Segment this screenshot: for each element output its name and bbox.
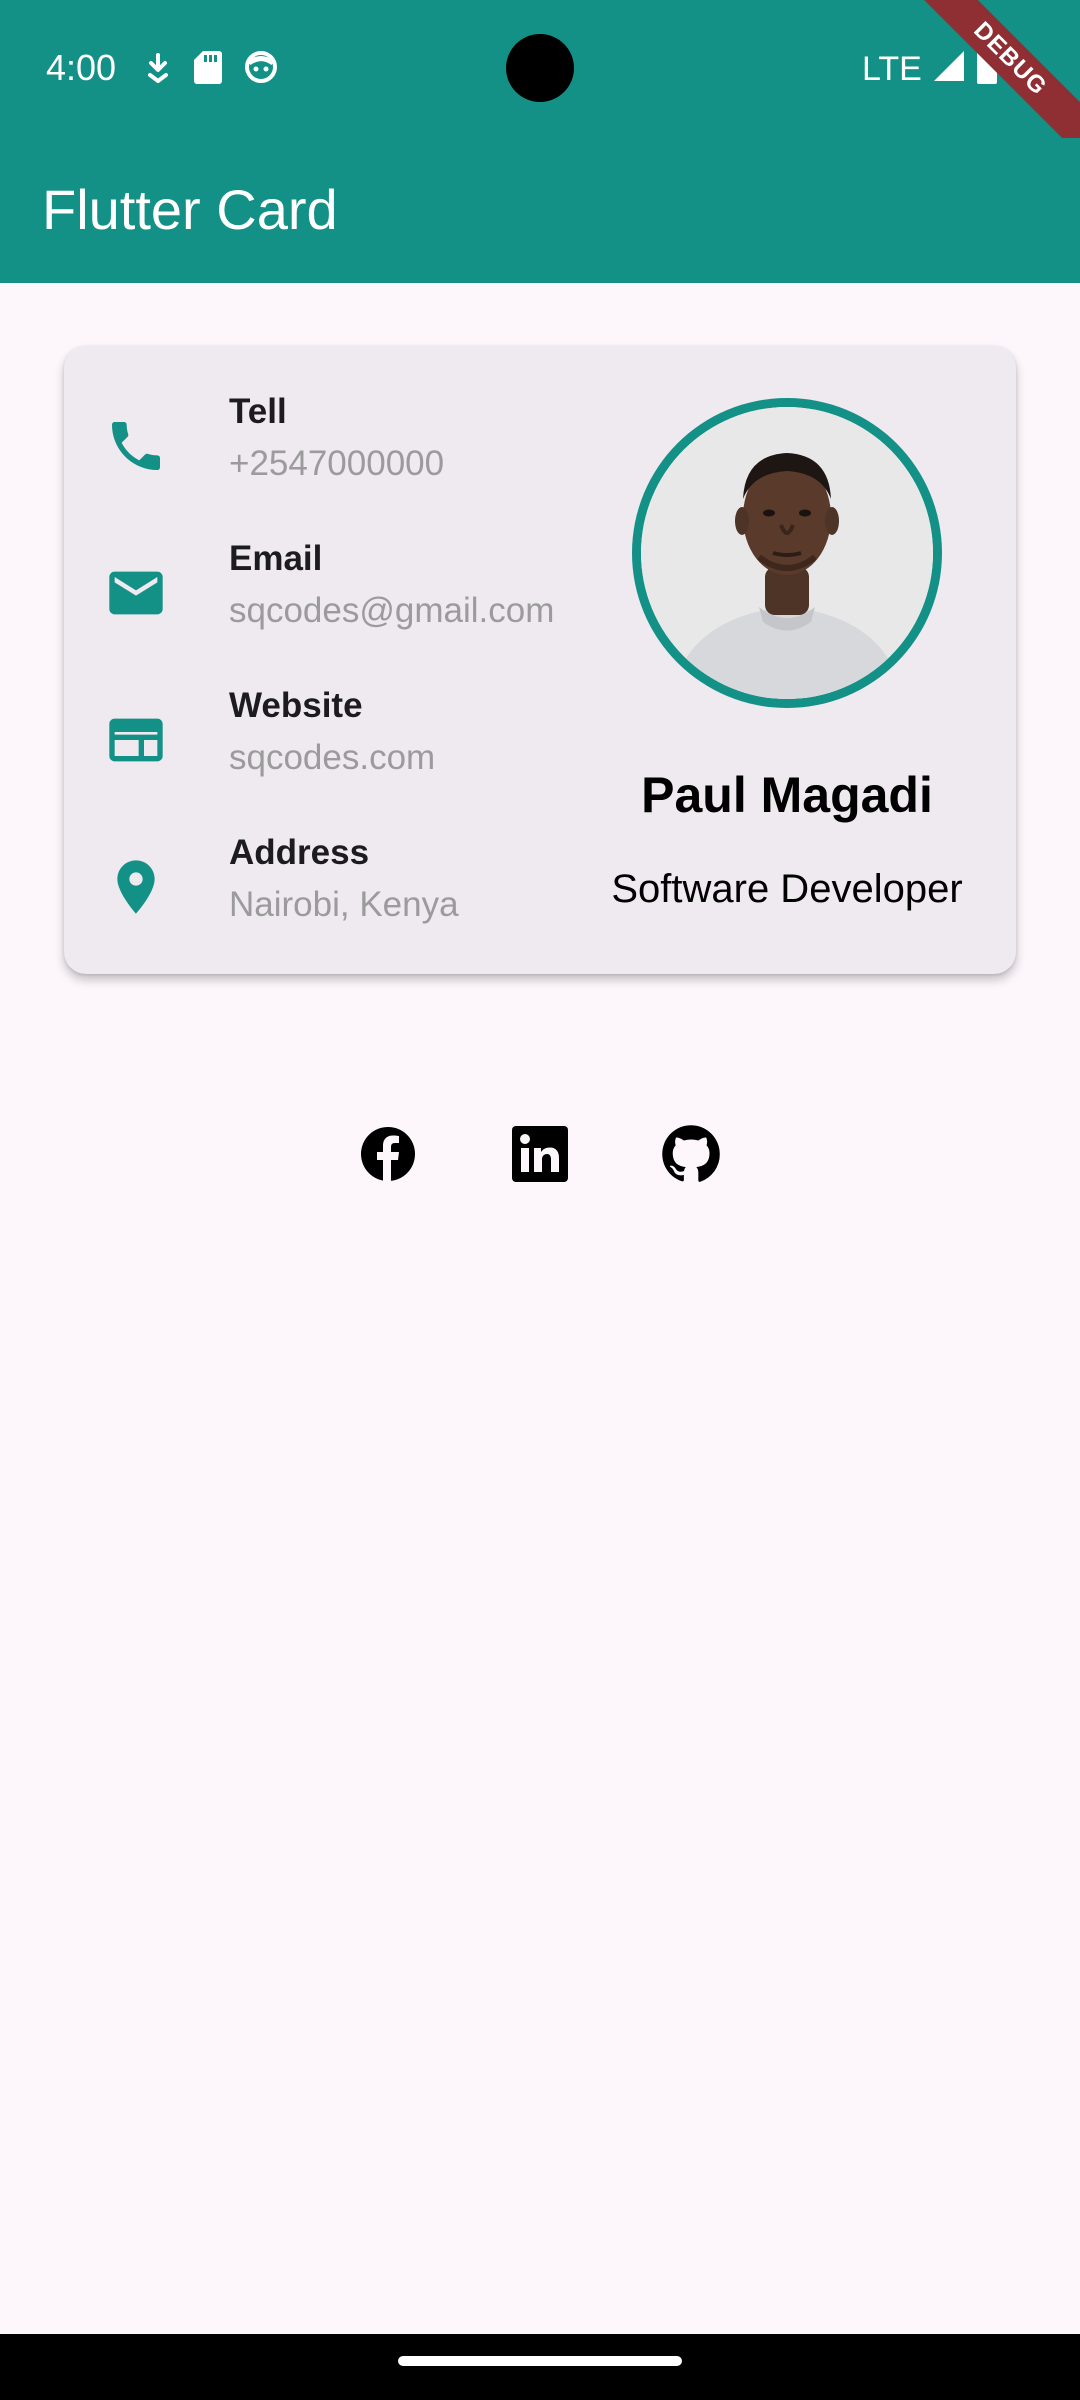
contact-label: Address	[229, 833, 370, 872]
face-icon	[244, 50, 278, 84]
sd-card-icon	[194, 50, 222, 84]
avatar	[632, 398, 942, 708]
website-icon	[104, 708, 168, 772]
status-bar: 4:00 LTE DEBUG	[0, 0, 1080, 165]
contact-label: Email	[229, 539, 323, 578]
github-icon[interactable]	[660, 1124, 720, 1184]
contact-label: Tell	[229, 392, 287, 431]
facebook-icon[interactable]	[358, 1124, 418, 1184]
navigation-bar	[0, 2334, 1080, 2400]
camera-cutout	[506, 34, 574, 102]
status-time: 4:00	[46, 47, 117, 88]
contact-value: sqcodes.com	[229, 738, 436, 777]
profile-name: Paul Magadi	[641, 767, 933, 823]
app-bar: Flutter Card	[0, 138, 1080, 283]
phone-icon	[104, 414, 168, 478]
linkedin-icon[interactable]	[510, 1124, 570, 1184]
location-icon	[104, 855, 168, 919]
contact-value: +2547000000	[229, 444, 445, 483]
email-icon	[104, 561, 168, 625]
contact-value: sqcodes@gmail.com	[229, 591, 555, 630]
profile-card: Tell +2547000000 Email sqcodes@gmail.com…	[64, 346, 1016, 974]
download-icon	[144, 51, 172, 83]
app-title: Flutter Card	[42, 178, 338, 241]
contact-item-email[interactable]: Email sqcodes@gmail.com	[104, 539, 624, 649]
contact-item-phone[interactable]: Tell +2547000000	[104, 392, 624, 502]
contact-item-address[interactable]: Address Nairobi, Kenya	[104, 833, 624, 943]
home-gesture-handle[interactable]	[398, 2356, 682, 2366]
signal-icon	[932, 49, 966, 88]
network-type: LTE	[862, 49, 922, 88]
avatar-photo	[641, 407, 933, 699]
profile-role: Software Developer	[611, 867, 963, 911]
contact-value: Nairobi, Kenya	[229, 885, 459, 924]
contact-label: Website	[229, 686, 363, 725]
status-icons-left	[144, 50, 278, 84]
social-links	[0, 1124, 1080, 1184]
contact-item-website[interactable]: Website sqcodes.com	[104, 686, 624, 796]
